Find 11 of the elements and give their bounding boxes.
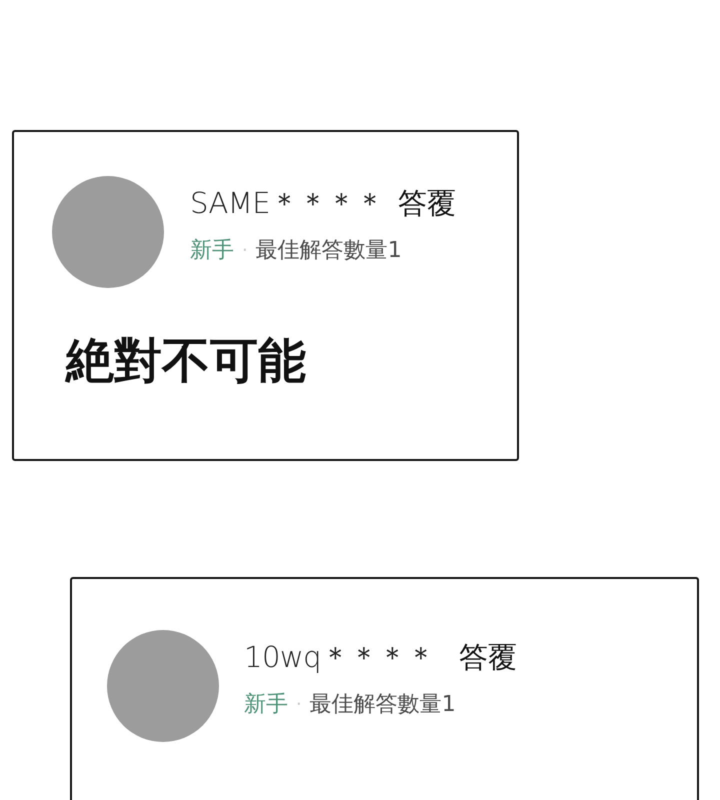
separator-dot: · [242,239,248,263]
rank-label: 新手 [244,691,288,719]
username[interactable]: 10wq＊＊＊＊ [244,639,436,675]
best-answer-count: 最佳解答數量1 [256,237,402,265]
rank-label: 新手 [190,237,234,265]
reply-label: 答覆 [398,185,456,221]
reply-label: 答覆 [459,639,518,675]
separator-dot: · [296,693,302,717]
username[interactable]: SAME＊＊＊＊ [190,185,384,221]
best-answer-count: 最佳解答數量1 [310,691,456,719]
answer-text: 絶對不可能 [66,332,307,390]
